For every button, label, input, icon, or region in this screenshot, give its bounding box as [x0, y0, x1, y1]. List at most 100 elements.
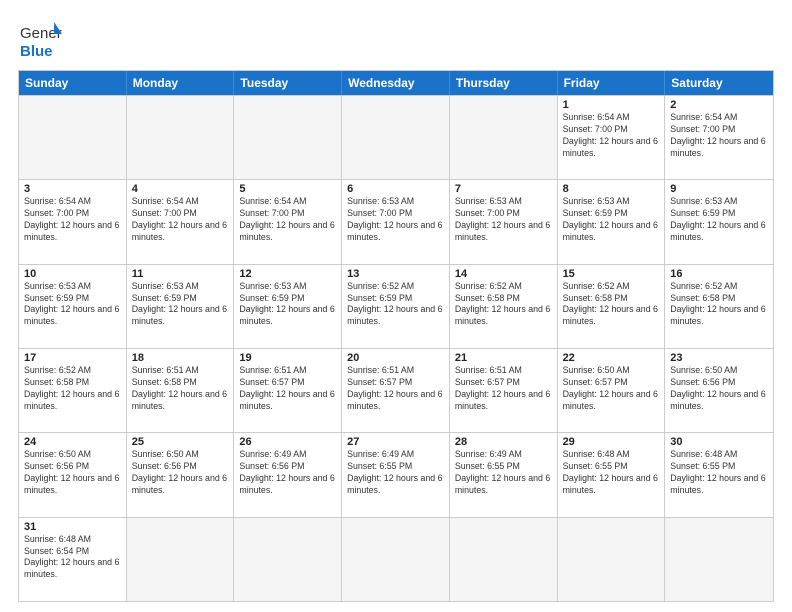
cal-cell: 24Sunrise: 6:50 AM Sunset: 6:56 PM Dayli… — [19, 433, 127, 516]
day-info: Sunrise: 6:54 AM Sunset: 7:00 PM Dayligh… — [239, 196, 336, 244]
cal-cell: 28Sunrise: 6:49 AM Sunset: 6:55 PM Dayli… — [450, 433, 558, 516]
day-info: Sunrise: 6:49 AM Sunset: 6:55 PM Dayligh… — [455, 449, 552, 497]
cal-header-thursday: Thursday — [450, 71, 558, 95]
cal-cell: 19Sunrise: 6:51 AM Sunset: 6:57 PM Dayli… — [234, 349, 342, 432]
day-number: 3 — [24, 183, 121, 195]
cal-row-5: 31Sunrise: 6:48 AM Sunset: 6:54 PM Dayli… — [19, 517, 773, 601]
day-number: 4 — [132, 183, 229, 195]
day-number: 23 — [670, 352, 768, 364]
day-number: 9 — [670, 183, 768, 195]
day-number: 31 — [24, 521, 121, 533]
day-number: 5 — [239, 183, 336, 195]
day-number: 12 — [239, 268, 336, 280]
day-info: Sunrise: 6:51 AM Sunset: 6:57 PM Dayligh… — [239, 365, 336, 413]
day-number: 20 — [347, 352, 444, 364]
cal-cell: 20Sunrise: 6:51 AM Sunset: 6:57 PM Dayli… — [342, 349, 450, 432]
cal-cell: 29Sunrise: 6:48 AM Sunset: 6:55 PM Dayli… — [558, 433, 666, 516]
cal-cell — [665, 518, 773, 601]
day-info: Sunrise: 6:53 AM Sunset: 6:59 PM Dayligh… — [239, 281, 336, 329]
cal-cell — [234, 518, 342, 601]
cal-row-3: 17Sunrise: 6:52 AM Sunset: 6:58 PM Dayli… — [19, 348, 773, 432]
cal-cell: 10Sunrise: 6:53 AM Sunset: 6:59 PM Dayli… — [19, 265, 127, 348]
day-number: 6 — [347, 183, 444, 195]
cal-header-monday: Monday — [127, 71, 235, 95]
calendar-header-row: SundayMondayTuesdayWednesdayThursdayFrid… — [19, 71, 773, 95]
cal-header-wednesday: Wednesday — [342, 71, 450, 95]
cal-cell — [450, 96, 558, 179]
cal-cell: 7Sunrise: 6:53 AM Sunset: 7:00 PM Daylig… — [450, 180, 558, 263]
day-number: 24 — [24, 436, 121, 448]
cal-row-4: 24Sunrise: 6:50 AM Sunset: 6:56 PM Dayli… — [19, 432, 773, 516]
day-info: Sunrise: 6:54 AM Sunset: 7:00 PM Dayligh… — [563, 112, 660, 160]
day-number: 2 — [670, 99, 768, 111]
cal-header-friday: Friday — [558, 71, 666, 95]
cal-header-sunday: Sunday — [19, 71, 127, 95]
day-info: Sunrise: 6:54 AM Sunset: 7:00 PM Dayligh… — [670, 112, 768, 160]
day-info: Sunrise: 6:53 AM Sunset: 6:59 PM Dayligh… — [563, 196, 660, 244]
day-info: Sunrise: 6:50 AM Sunset: 6:56 PM Dayligh… — [132, 449, 229, 497]
day-info: Sunrise: 6:48 AM Sunset: 6:54 PM Dayligh… — [24, 534, 121, 582]
day-info: Sunrise: 6:53 AM Sunset: 7:00 PM Dayligh… — [347, 196, 444, 244]
cal-cell — [342, 96, 450, 179]
day-number: 29 — [563, 436, 660, 448]
cal-cell — [234, 96, 342, 179]
cal-cell — [558, 518, 666, 601]
day-number: 11 — [132, 268, 229, 280]
day-number: 28 — [455, 436, 552, 448]
day-info: Sunrise: 6:54 AM Sunset: 7:00 PM Dayligh… — [24, 196, 121, 244]
cal-cell: 1Sunrise: 6:54 AM Sunset: 7:00 PM Daylig… — [558, 96, 666, 179]
cal-cell: 15Sunrise: 6:52 AM Sunset: 6:58 PM Dayli… — [558, 265, 666, 348]
day-number: 13 — [347, 268, 444, 280]
cal-cell: 13Sunrise: 6:52 AM Sunset: 6:59 PM Dayli… — [342, 265, 450, 348]
day-info: Sunrise: 6:52 AM Sunset: 6:58 PM Dayligh… — [24, 365, 121, 413]
cal-cell: 18Sunrise: 6:51 AM Sunset: 6:58 PM Dayli… — [127, 349, 235, 432]
cal-cell: 23Sunrise: 6:50 AM Sunset: 6:56 PM Dayli… — [665, 349, 773, 432]
cal-cell: 25Sunrise: 6:50 AM Sunset: 6:56 PM Dayli… — [127, 433, 235, 516]
cal-cell: 11Sunrise: 6:53 AM Sunset: 6:59 PM Dayli… — [127, 265, 235, 348]
day-info: Sunrise: 6:53 AM Sunset: 6:59 PM Dayligh… — [24, 281, 121, 329]
day-number: 16 — [670, 268, 768, 280]
cal-cell: 22Sunrise: 6:50 AM Sunset: 6:57 PM Dayli… — [558, 349, 666, 432]
day-info: Sunrise: 6:54 AM Sunset: 7:00 PM Dayligh… — [132, 196, 229, 244]
cal-cell: 14Sunrise: 6:52 AM Sunset: 6:58 PM Dayli… — [450, 265, 558, 348]
day-number: 10 — [24, 268, 121, 280]
cal-cell: 12Sunrise: 6:53 AM Sunset: 6:59 PM Dayli… — [234, 265, 342, 348]
cal-cell: 30Sunrise: 6:48 AM Sunset: 6:55 PM Dayli… — [665, 433, 773, 516]
day-number: 15 — [563, 268, 660, 280]
day-info: Sunrise: 6:48 AM Sunset: 6:55 PM Dayligh… — [670, 449, 768, 497]
day-info: Sunrise: 6:51 AM Sunset: 6:57 PM Dayligh… — [347, 365, 444, 413]
cal-cell: 26Sunrise: 6:49 AM Sunset: 6:56 PM Dayli… — [234, 433, 342, 516]
day-number: 18 — [132, 352, 229, 364]
cal-cell — [342, 518, 450, 601]
cal-header-saturday: Saturday — [665, 71, 773, 95]
cal-cell: 2Sunrise: 6:54 AM Sunset: 7:00 PM Daylig… — [665, 96, 773, 179]
page: General Blue SundayMondayTuesdayWednesda… — [0, 0, 792, 612]
day-info: Sunrise: 6:50 AM Sunset: 6:56 PM Dayligh… — [670, 365, 768, 413]
day-info: Sunrise: 6:50 AM Sunset: 6:56 PM Dayligh… — [24, 449, 121, 497]
cal-row-1: 3Sunrise: 6:54 AM Sunset: 7:00 PM Daylig… — [19, 179, 773, 263]
day-number: 22 — [563, 352, 660, 364]
day-number: 8 — [563, 183, 660, 195]
cal-cell — [450, 518, 558, 601]
day-info: Sunrise: 6:52 AM Sunset: 6:58 PM Dayligh… — [455, 281, 552, 329]
header: General Blue — [18, 18, 774, 62]
day-number: 7 — [455, 183, 552, 195]
day-info: Sunrise: 6:52 AM Sunset: 6:58 PM Dayligh… — [563, 281, 660, 329]
day-number: 14 — [455, 268, 552, 280]
cal-cell — [127, 96, 235, 179]
day-info: Sunrise: 6:48 AM Sunset: 6:55 PM Dayligh… — [563, 449, 660, 497]
cal-cell: 9Sunrise: 6:53 AM Sunset: 6:59 PM Daylig… — [665, 180, 773, 263]
cal-cell — [19, 96, 127, 179]
cal-cell: 17Sunrise: 6:52 AM Sunset: 6:58 PM Dayli… — [19, 349, 127, 432]
cal-cell: 8Sunrise: 6:53 AM Sunset: 6:59 PM Daylig… — [558, 180, 666, 263]
day-info: Sunrise: 6:49 AM Sunset: 6:56 PM Dayligh… — [239, 449, 336, 497]
cal-cell: 21Sunrise: 6:51 AM Sunset: 6:57 PM Dayli… — [450, 349, 558, 432]
day-number: 21 — [455, 352, 552, 364]
svg-text:Blue: Blue — [20, 43, 53, 60]
day-number: 19 — [239, 352, 336, 364]
cal-cell: 4Sunrise: 6:54 AM Sunset: 7:00 PM Daylig… — [127, 180, 235, 263]
cal-row-0: 1Sunrise: 6:54 AM Sunset: 7:00 PM Daylig… — [19, 95, 773, 179]
day-info: Sunrise: 6:51 AM Sunset: 6:57 PM Dayligh… — [455, 365, 552, 413]
cal-cell: 5Sunrise: 6:54 AM Sunset: 7:00 PM Daylig… — [234, 180, 342, 263]
cal-cell: 3Sunrise: 6:54 AM Sunset: 7:00 PM Daylig… — [19, 180, 127, 263]
